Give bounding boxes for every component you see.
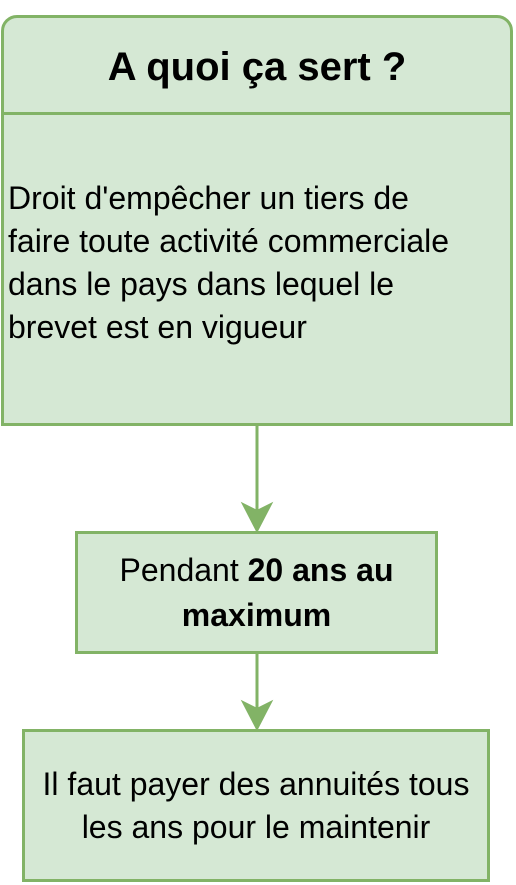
duration-box: Pendant 20 ans au maximum [75,531,438,654]
purpose-line-1: Droit d'empêcher un tiers de [8,179,409,216]
purpose-title: A quoi ça sert ? [4,18,510,115]
purpose-line-2: faire toute activité commerciale [8,222,450,259]
purpose-line-4: brevet est en vigueur [8,308,307,345]
duration-text: Pendant 20 ans au maximum [78,548,435,638]
purpose-description: Droit d'empêcher un tiers de faire toute… [8,118,508,423]
purpose-line-3: dans le pays dans lequel le [8,265,395,302]
annuity-text: Il faut payer des annuités tous les ans … [42,765,470,845]
annuity-box: Il faut payer des annuités tous les ans … [22,729,490,882]
arrow-top-to-middle [240,426,274,534]
arrow-middle-to-bottom [240,654,274,732]
purpose-box: A quoi ça sert ? Droit d'empêcher un tie… [1,15,513,426]
duration-prefix: Pendant [119,551,248,588]
